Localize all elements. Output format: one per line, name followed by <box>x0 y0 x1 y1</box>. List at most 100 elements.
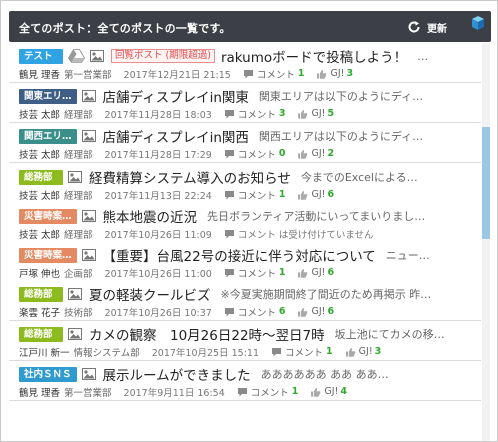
post-date: 2017年11月28日 18:03 <box>104 109 212 121</box>
author-name[interactable]: 鶴見 理香 <box>19 385 60 399</box>
category-tag[interactable]: 関東エリ… <box>19 88 77 104</box>
gj-count[interactable]: 2 <box>327 148 334 159</box>
scrollbar-track[interactable] <box>482 43 490 441</box>
post-title[interactable]: 熊本地震の近況 <box>103 207 198 225</box>
gj-count[interactable]: 3 <box>375 346 382 357</box>
gj-count[interactable]: 6 <box>327 306 334 317</box>
post-title[interactable]: 夏の軽装クールビズ <box>89 285 211 303</box>
post-excerpt: 関西エリアは以下のようにディ… <box>258 130 424 143</box>
post-row[interactable]: 総務部 カメの観察 10月26日22時〜翌日7時 坂上池にてカメの移… 江戸川 新一情… <box>9 321 481 361</box>
post-row[interactable]: 災害時案… 【重要】台風22号の接近に伴う対応について ニュー… 戸塚 伸也 企画部 20… <box>9 242 481 282</box>
category-tag[interactable]: 総務部 <box>19 286 63 302</box>
post-row[interactable]: 関東エリ… 店舗ディスプレイin関東 関東エリアは以下のようにディ… 技芸 太郎 経理部… <box>9 83 481 123</box>
google-drive-icon <box>68 49 85 63</box>
post-row[interactable]: 災害時案… 熊本地震の近況 先日ボランティア活動にいってまいりまし… 技芸 太郎 経理部… <box>9 203 481 243</box>
author-department: 経理部 <box>64 229 93 241</box>
comment-count[interactable]: 1 <box>292 386 299 397</box>
post-row[interactable]: 総務部 経費精算システム導入のお知らせ 今までのExcelによる… 技芸 太郎 経理部 2… <box>9 164 481 204</box>
post-title-line: 社内ＳＮＳ 展示ルームができました ああああああ ああ ああ… <box>19 365 474 383</box>
comment-icon <box>224 149 234 158</box>
gj-label: GJ! <box>311 108 326 119</box>
author-name[interactable]: 技芸 太郎 <box>19 147 60 161</box>
comment-icon <box>224 190 234 199</box>
gj-label: GJ! <box>330 68 345 79</box>
post-title[interactable]: 店舗ディスプレイin関東 <box>103 87 249 105</box>
comment-label: コメント <box>285 347 324 359</box>
post-title[interactable]: 店舗ディスプレイin関西 <box>103 127 249 145</box>
category-tag[interactable]: 社内ＳＮＳ <box>19 366 77 382</box>
post-title[interactable]: 展示ルームができました <box>103 365 251 383</box>
image-icon <box>68 288 82 300</box>
post-title[interactable]: カメの観察 10月26日22時〜翌日7時 <box>89 325 325 343</box>
comment-icon <box>272 347 282 356</box>
post-excerpt: 関東エリアは以下のようにディ… <box>258 90 424 103</box>
post-title[interactable]: 経費精算システム導入のお知らせ <box>89 168 291 186</box>
panel-title: 全てのポスト：全てのポストの一覧です。 <box>19 22 231 35</box>
post-excerpt: ※今夏実施期間終了間近のため再掲示 昨… <box>220 288 432 301</box>
thumbs-up-icon <box>298 149 308 159</box>
post-title-line: 総務部 経費精算システム導入のお知らせ 今までのExcelによる… <box>19 168 474 186</box>
comment-count[interactable]: 1 <box>298 68 305 79</box>
category-tag[interactable]: 災害時案… <box>19 208 77 224</box>
post-row[interactable]: 社内ＳＮＳ 展示ルームができました ああああああ ああ ああ… 鶴見 理香 第一営業部 2… <box>9 361 481 401</box>
post-meta-line: 鶴見 理香 第一営業部 2017年9月11日 16:54 コメント 1 GJ! 4 <box>19 385 474 398</box>
post-row[interactable]: 関西エリ… 店舗ディスプレイin関西 関西エリアは以下のようにディ… 技芸 太郎 経理部… <box>9 123 481 163</box>
post-title-line: 災害時案… 熊本地震の近況 先日ボランティア活動にいってまいりまし… <box>19 207 474 225</box>
cube-icon[interactable] <box>471 15 485 31</box>
category-tag[interactable]: 関西エリ… <box>19 128 77 144</box>
gj-count[interactable]: 3 <box>346 68 353 79</box>
comment-count[interactable]: 0 <box>279 148 286 159</box>
author-name[interactable]: 技芸 太郎 <box>19 107 60 121</box>
post-excerpt: 今までのExcelによる… <box>300 171 418 184</box>
thumbs-up-icon <box>311 387 321 397</box>
post-meta-line: 江戸川 新一 情報システム部 2017年10月25日 15:11 コメント 1 GJ! 3 <box>19 345 474 358</box>
gj-count[interactable]: 4 <box>340 386 347 397</box>
gj-label: GJ! <box>358 346 373 357</box>
comment-count[interactable]: 1 <box>326 346 333 357</box>
author-name[interactable]: 戸塚 伸也 <box>19 266 60 280</box>
author-name[interactable]: 江戸川 新一 <box>19 345 70 359</box>
post-excerpt: ニュー… <box>385 249 430 262</box>
comment-count[interactable]: 6 <box>279 306 286 317</box>
comment-icon <box>224 268 234 277</box>
post-meta-line: 技芸 太郎 経理部 2017年11月13日 22:24 コメント 1 GJ! 6 <box>19 188 474 201</box>
post-title[interactable]: 【重要】台風22号の接近に伴う対応について <box>103 246 376 264</box>
refresh-label: 更新 <box>427 23 447 35</box>
category-tag[interactable]: 総務部 <box>19 326 63 342</box>
author-name[interactable]: 鶴見 理香 <box>19 67 60 81</box>
post-meta-line: 技芸 太郎 経理部 2017年11月28日 17:29 コメント 0 GJ! 2 <box>19 147 474 160</box>
scrollbar-thumb[interactable] <box>482 127 490 239</box>
gj-label: GJ! <box>324 386 339 397</box>
author-name[interactable]: 楽雲 花子 <box>19 305 60 319</box>
comment-label: コメント <box>237 307 276 319</box>
post-row[interactable]: テスト 回覧ポスト (期限超過) rakumoボードで投稿しよう！ … 鶴見 理香 第一営… <box>9 43 481 83</box>
comment-count[interactable]: 1 <box>279 267 286 278</box>
comment-count[interactable]: 3 <box>279 108 286 119</box>
gj-count[interactable]: 6 <box>327 189 334 200</box>
post-excerpt: ああああああ ああ ああ… <box>260 368 389 381</box>
comment-label: コメント <box>237 109 276 121</box>
author-name[interactable]: 技芸 太郎 <box>19 227 60 241</box>
gj-count[interactable]: 5 <box>327 108 334 119</box>
author-department: 経理部 <box>64 149 93 161</box>
thumbs-up-icon <box>345 347 356 357</box>
gj-count[interactable]: 6 <box>327 267 334 278</box>
post-title-line: 総務部 カメの観察 10月26日22時〜翌日7時 坂上池にてカメの移… <box>19 325 474 343</box>
comment-label: コメント <box>237 149 276 161</box>
category-tag[interactable]: テスト <box>19 48 63 64</box>
author-department: 経理部 <box>64 190 93 202</box>
author-name[interactable]: 技芸 太郎 <box>19 188 60 202</box>
post-row[interactable]: 総務部 夏の軽装クールビズ ※今夏実施期間終了間近のため再掲示 昨… 楽雲 花子 技術部… <box>9 281 481 321</box>
category-tag[interactable]: 災害時案… <box>19 247 77 263</box>
comment-count[interactable]: 1 <box>279 189 286 200</box>
post-date: 2017年10月26日 11:09 <box>104 229 212 241</box>
gj-label: GJ! <box>311 306 326 317</box>
post-title[interactable]: rakumoボードで投稿しよう！ <box>221 47 407 65</box>
thumbs-up-icon <box>298 268 308 278</box>
image-icon <box>81 368 96 380</box>
category-tag[interactable]: 総務部 <box>19 169 63 185</box>
image-icon <box>81 130 96 142</box>
refresh-button[interactable]: 更新 <box>407 18 447 36</box>
post-excerpt: … <box>417 49 429 63</box>
post-date: 2017年10月25日 15:11 <box>151 347 260 359</box>
